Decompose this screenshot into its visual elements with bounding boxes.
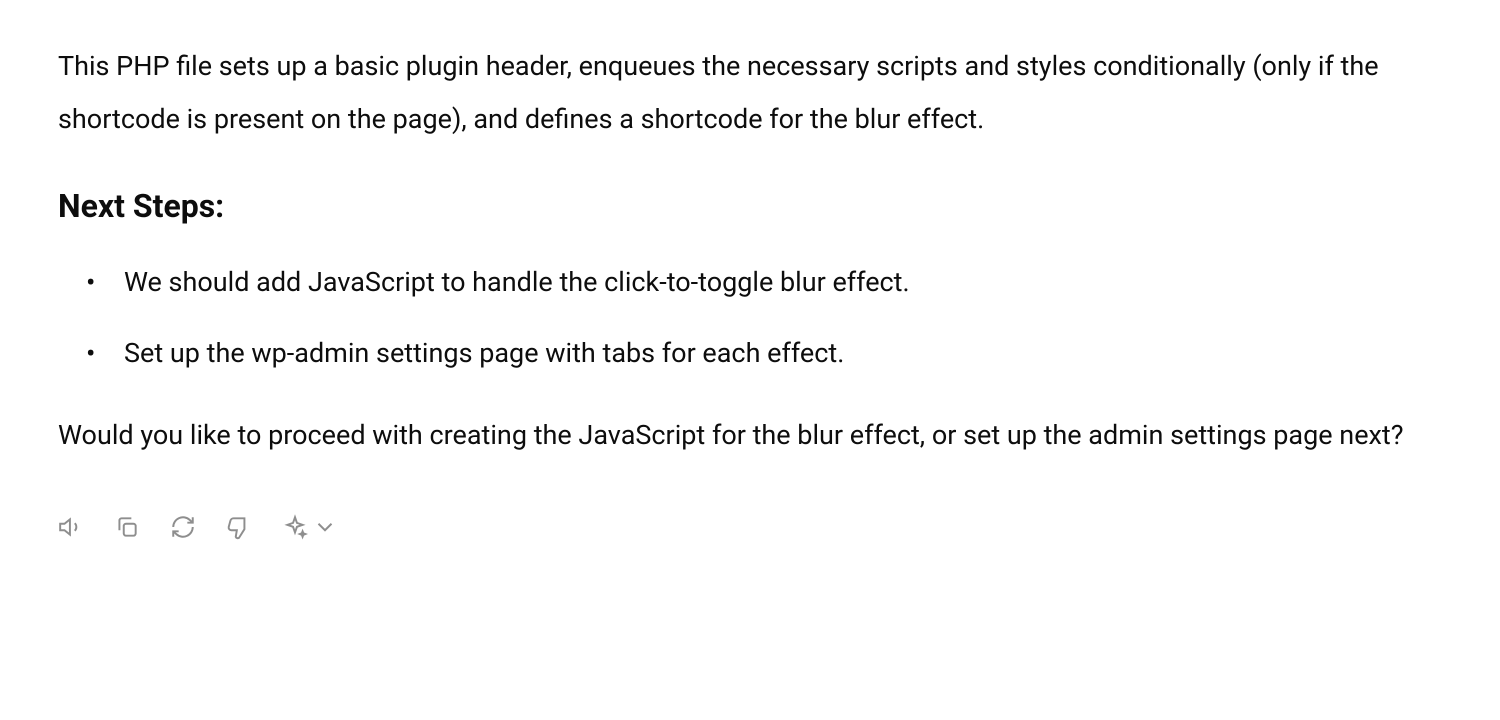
chevron-down-icon [312, 514, 338, 540]
list-item: Set up the wp-admin settings page with t… [86, 333, 1442, 374]
closing-question: Would you like to proceed with creating … [58, 409, 1442, 462]
next-steps-list: We should add JavaScript to handle the c… [58, 262, 1442, 373]
model-switch-button[interactable] [282, 514, 338, 540]
copy-button[interactable] [114, 514, 140, 540]
list-item: We should add JavaScript to handle the c… [86, 262, 1442, 303]
regenerate-button[interactable] [170, 514, 196, 540]
message-toolbar [58, 514, 1442, 540]
speaker-icon [58, 514, 84, 540]
thumbs-down-button[interactable] [226, 514, 252, 540]
read-aloud-button[interactable] [58, 514, 84, 540]
sparkle-icon [282, 514, 308, 540]
copy-icon [114, 514, 140, 540]
intro-paragraph: This PHP file sets up a basic plugin hea… [58, 40, 1442, 145]
message-content: This PHP file sets up a basic plugin hea… [58, 40, 1442, 540]
next-steps-heading: Next Steps: [58, 181, 1442, 232]
refresh-icon [170, 514, 196, 540]
thumbs-down-icon [226, 514, 252, 540]
